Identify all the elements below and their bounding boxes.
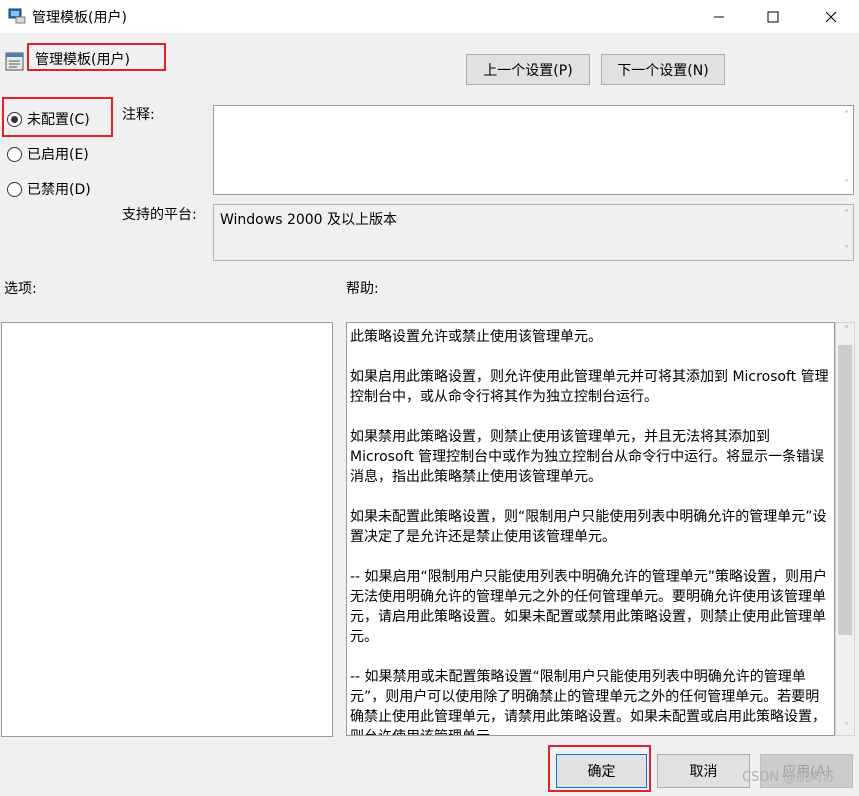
options-label: 选项: [4, 281, 37, 297]
next-setting-button[interactable]: 下一个设置(N) [601, 54, 725, 85]
scroll-down-icon[interactable]: ˅ [844, 722, 849, 733]
radio-label: 已启用(E) [27, 147, 89, 163]
title-bar: 管理模板(用户) [0, 0, 859, 33]
maximize-icon [767, 11, 779, 22]
radio-button[interactable] [7, 146, 22, 162]
radio-label: 已禁用(D) [27, 182, 91, 198]
help-paragraph: -- 如果启用“限制用户只能使用列表中明确允许的管理单元”策略设置，则用户无法使… [350, 569, 828, 645]
scroll-up-icon: ˄ [844, 110, 849, 121]
platform-field: Windows 2000 及以上版本 ˄ ˅ [213, 204, 854, 261]
help-paragraph: 如果启用此策略设置，则允许使用此管理单元并可将其添加到 Microsoft 管理… [350, 369, 829, 405]
radio-disabled[interactable]: 已禁用(D) [7, 178, 91, 200]
close-icon [825, 11, 837, 22]
maximize-button[interactable] [750, 0, 796, 33]
close-button[interactable] [808, 0, 854, 33]
radio-enabled[interactable]: 已启用(E) [7, 143, 89, 165]
ok-button[interactable]: 确定 [556, 754, 647, 788]
app-icon [8, 8, 26, 24]
policy-settings-icon [5, 52, 24, 71]
radio-label: 未配置(C) [27, 112, 90, 128]
watermark: CSDN @肌肉苏 [742, 770, 836, 785]
help-paragraph: 如果禁用此策略设置，则禁止使用该管理单元，并且无法将其添加到 Microsoft… [350, 429, 825, 485]
scroll-down-icon: ˅ [844, 245, 849, 256]
scroll-up-icon: ˄ [844, 209, 849, 220]
help-text-panel[interactable]: 此策略设置允许或禁止使用该管理单元。 如果启用此策略设置，则允许使用此管理单元并… [346, 322, 835, 736]
help-paragraph: -- 如果禁用或未配置策略设置“限制用户只能使用列表中明确允许的管理单元”，则用… [350, 669, 826, 735]
policy-title: 管理模板(用户) [27, 43, 166, 71]
scroll-down-icon: ˅ [844, 179, 849, 190]
platform-value: Windows 2000 及以上版本 [220, 212, 398, 228]
comment-label: 注释: [122, 107, 155, 123]
help-paragraph: 此策略设置允许或禁止使用该管理单元。 [350, 329, 602, 345]
help-paragraph: 如果未配置此策略设置，则“限制用户只能使用列表中明确允许的管理单元”设置决定了是… [350, 509, 827, 545]
options-panel [1, 322, 333, 737]
radio-button[interactable] [7, 111, 22, 127]
window-title: 管理模板(用户) [32, 10, 127, 26]
platform-label: 支持的平台: [122, 207, 197, 223]
minimize-icon [714, 16, 724, 17]
radio-button[interactable] [7, 181, 22, 197]
minimize-button[interactable] [696, 0, 742, 33]
help-label: 帮助: [346, 281, 379, 297]
previous-setting-button[interactable]: 上一个设置(P) [466, 54, 590, 85]
radio-not-configured[interactable]: 未配置(C) [7, 108, 90, 130]
help-scrollbar[interactable]: ˄ ˅ [835, 322, 855, 736]
comment-textarea[interactable]: ˄ ˅ [213, 105, 854, 195]
cancel-button[interactable]: 取消 [657, 754, 750, 788]
scroll-thumb[interactable] [838, 345, 852, 635]
scroll-up-icon[interactable]: ˄ [844, 325, 849, 336]
